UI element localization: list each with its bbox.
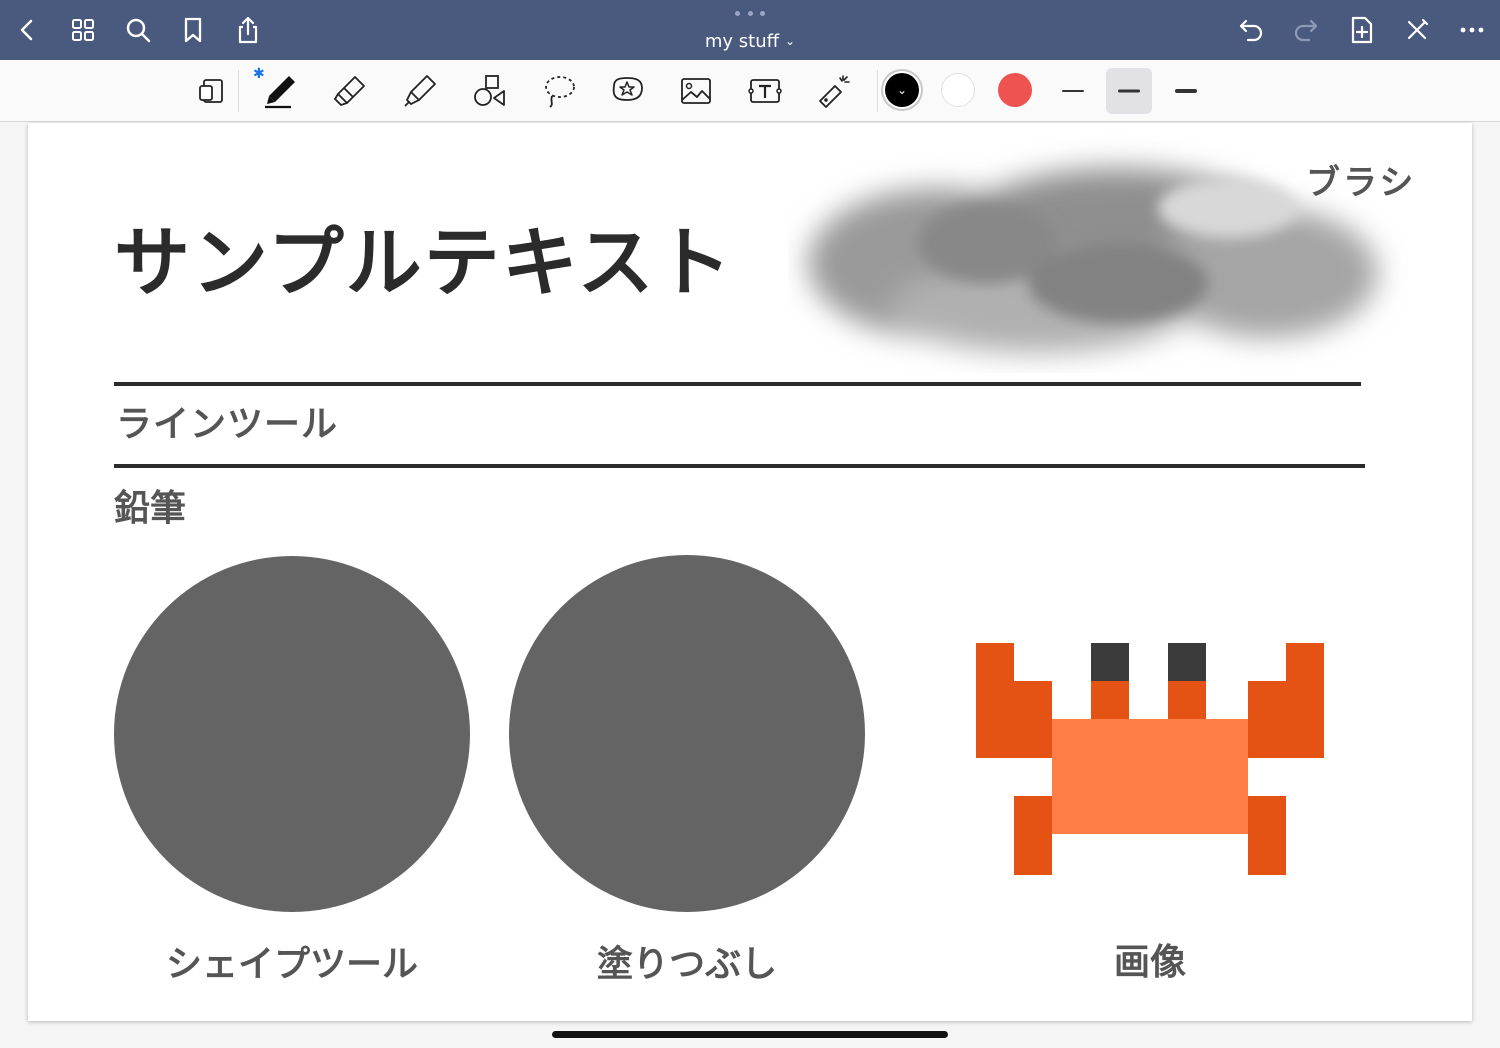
tool-sticker[interactable] xyxy=(604,68,650,114)
tool-highlighter[interactable] xyxy=(397,68,443,114)
tool-laser-pointer[interactable] xyxy=(811,68,857,114)
line-tool-label: ラインツール xyxy=(116,404,339,445)
back-button[interactable] xyxy=(9,12,45,48)
add-page-button[interactable] xyxy=(1344,12,1380,48)
toolbar-divider xyxy=(877,70,878,112)
selected-color-mark: ⌄ xyxy=(896,83,908,97)
thick-line-icon xyxy=(1175,89,1197,93)
text-box-icon xyxy=(748,79,782,103)
eraser-icon xyxy=(333,76,365,107)
bookmark-button[interactable] xyxy=(175,12,211,48)
close-editing-button[interactable] xyxy=(1399,12,1435,48)
bookmark-icon xyxy=(184,17,202,43)
search-button[interactable] xyxy=(120,12,156,48)
redo-icon xyxy=(1294,19,1318,42)
tool-text-box[interactable] xyxy=(742,68,788,114)
color-swatch-red[interactable] xyxy=(998,73,1032,107)
shape-tool-caption: シェイプツール xyxy=(165,944,418,985)
more-button[interactable] xyxy=(1454,12,1490,48)
pencil-label: 鉛筆 xyxy=(114,488,187,529)
laser-pointer-icon xyxy=(819,75,850,108)
fill-circle xyxy=(509,555,865,912)
drawing-toolbar: ⌄ xyxy=(0,60,1500,122)
fill-caption: 塗りつぶし xyxy=(596,944,778,985)
star-sticker-icon xyxy=(612,77,643,101)
add-page-icon xyxy=(1351,16,1373,44)
crab-image xyxy=(976,643,1324,875)
shapes-icon xyxy=(474,75,505,106)
grid-icon xyxy=(72,19,94,41)
chevron-down-icon: ⌄ xyxy=(785,34,796,48)
share-icon xyxy=(238,16,258,44)
tool-eraser[interactable] xyxy=(327,68,373,114)
home-indicator[interactable] xyxy=(552,1031,948,1038)
thin-line-icon xyxy=(1062,90,1084,92)
tool-lasso[interactable] xyxy=(536,68,582,114)
page-layout-icon xyxy=(199,79,223,103)
thumbnails-button[interactable] xyxy=(65,12,101,48)
lasso-icon xyxy=(545,76,575,108)
note-page[interactable]: サンプルテキスト ブラシ ラインツール 鉛筆 シェイプツール 塗りつぶし 画像 xyxy=(28,123,1472,1021)
chevron-left-icon xyxy=(20,19,33,41)
navigation-bar: my stuff ⌄ xyxy=(0,0,1500,60)
medium-line-icon xyxy=(1118,89,1140,93)
search-icon xyxy=(126,18,151,43)
highlighter-icon xyxy=(404,75,436,107)
stroke-width-thin[interactable] xyxy=(1050,68,1096,114)
toolbar-divider xyxy=(238,70,239,112)
stroke-width-medium[interactable] xyxy=(1106,68,1152,114)
tool-image[interactable] xyxy=(673,68,719,114)
tool-page-layout[interactable] xyxy=(188,68,234,114)
page-title: サンプルテキスト xyxy=(114,218,734,307)
undo-icon xyxy=(1239,19,1263,42)
pen-off-icon xyxy=(1407,18,1429,40)
image-icon xyxy=(681,78,711,104)
image-caption: 画像 xyxy=(1113,942,1186,983)
pen-icon xyxy=(265,76,295,109)
line-tool-stroke xyxy=(114,382,1361,386)
more-icon xyxy=(1460,27,1484,33)
multitasking-grip[interactable] xyxy=(735,11,765,19)
stroke-width-thick[interactable] xyxy=(1163,68,1209,114)
undo-button[interactable] xyxy=(1233,12,1269,48)
color-swatch-black[interactable]: ⌄ xyxy=(885,73,919,107)
shape-tool-circle xyxy=(114,556,470,912)
redo-button[interactable] xyxy=(1288,12,1324,48)
tool-shapes[interactable] xyxy=(466,68,512,114)
document-title-menu[interactable]: my stuff ⌄ xyxy=(690,29,810,53)
color-swatch-white[interactable] xyxy=(941,73,975,107)
pencil-stroke xyxy=(114,464,1365,468)
share-button[interactable] xyxy=(230,12,266,48)
bluetooth-icon: ✱ xyxy=(253,66,265,82)
document-title: my stuff xyxy=(704,30,780,52)
brush-label: ブラシ xyxy=(1306,163,1417,203)
